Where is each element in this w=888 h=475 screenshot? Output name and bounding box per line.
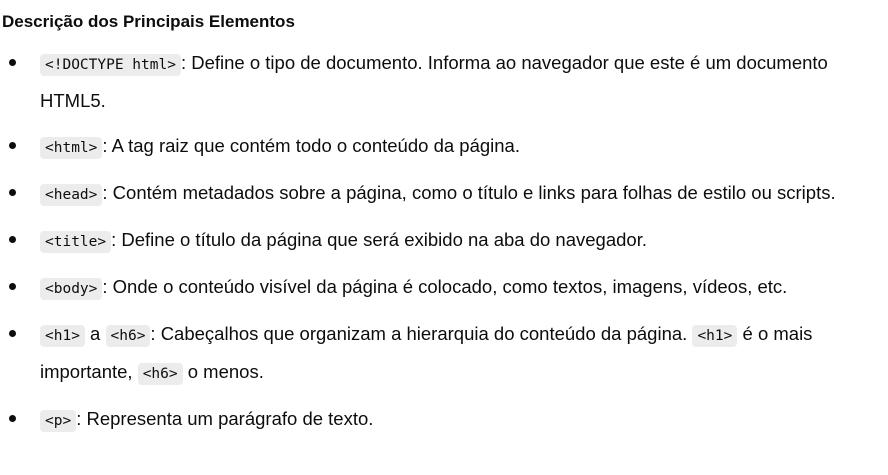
- item-text: o menos.: [182, 361, 264, 382]
- item-text: : Representa um parágrafo de texto.: [76, 408, 374, 429]
- inline-code: <html>: [40, 137, 103, 159]
- bullet-icon: [9, 283, 16, 290]
- list-item: <title>: Define o título da página que s…: [0, 222, 888, 260]
- item-text: : Onde o conteúdo visível da página é co…: [102, 276, 788, 297]
- inline-code: <p>: [40, 410, 77, 432]
- inline-code: <h1>: [40, 325, 85, 347]
- bullet-icon: [9, 415, 16, 422]
- elements-list: <!DOCTYPE html>: Define o tipo de docume…: [0, 45, 888, 439]
- inline-code: <title>: [40, 231, 112, 253]
- inline-code: <h1>: [692, 325, 738, 347]
- bullet-icon: [9, 59, 16, 66]
- inline-code: <body>: [40, 278, 103, 300]
- inline-code: <h6>: [137, 363, 183, 385]
- document-page: Descrição dos Principais Elementos <!DOC…: [0, 0, 888, 475]
- section-heading: Descrição dos Principais Elementos: [2, 12, 295, 31]
- list-item: <h1> a <h6>: Cabeçalhos que organizam a …: [0, 316, 888, 392]
- inline-code: <!DOCTYPE html>: [40, 54, 181, 76]
- item-text: : Cabeçalhos que organizam a hierarquia …: [150, 323, 693, 344]
- inline-code: <head>: [40, 184, 103, 206]
- bullet-icon: [9, 142, 16, 149]
- list-item: <html>: A tag raiz que contém todo o con…: [0, 128, 888, 166]
- item-text: : A tag raiz que contém todo o conteúdo …: [102, 135, 520, 156]
- list-item: <!DOCTYPE html>: Define o tipo de docume…: [0, 45, 888, 119]
- bullet-icon: [9, 330, 16, 337]
- bullet-icon: [9, 236, 16, 243]
- list-item: <p>: Representa um parágrafo de texto.: [0, 401, 888, 439]
- bullet-icon: [9, 189, 16, 196]
- list-item: <head>: Contém metadados sobre a página,…: [0, 175, 888, 213]
- item-text: : Define o título da página que será exi…: [111, 229, 647, 250]
- item-text: : Contém metadados sobre a página, como …: [102, 182, 836, 203]
- list-item: <body>: Onde o conteúdo visível da págin…: [0, 269, 888, 307]
- item-text: a: [84, 323, 106, 344]
- inline-code: <h6>: [105, 325, 151, 347]
